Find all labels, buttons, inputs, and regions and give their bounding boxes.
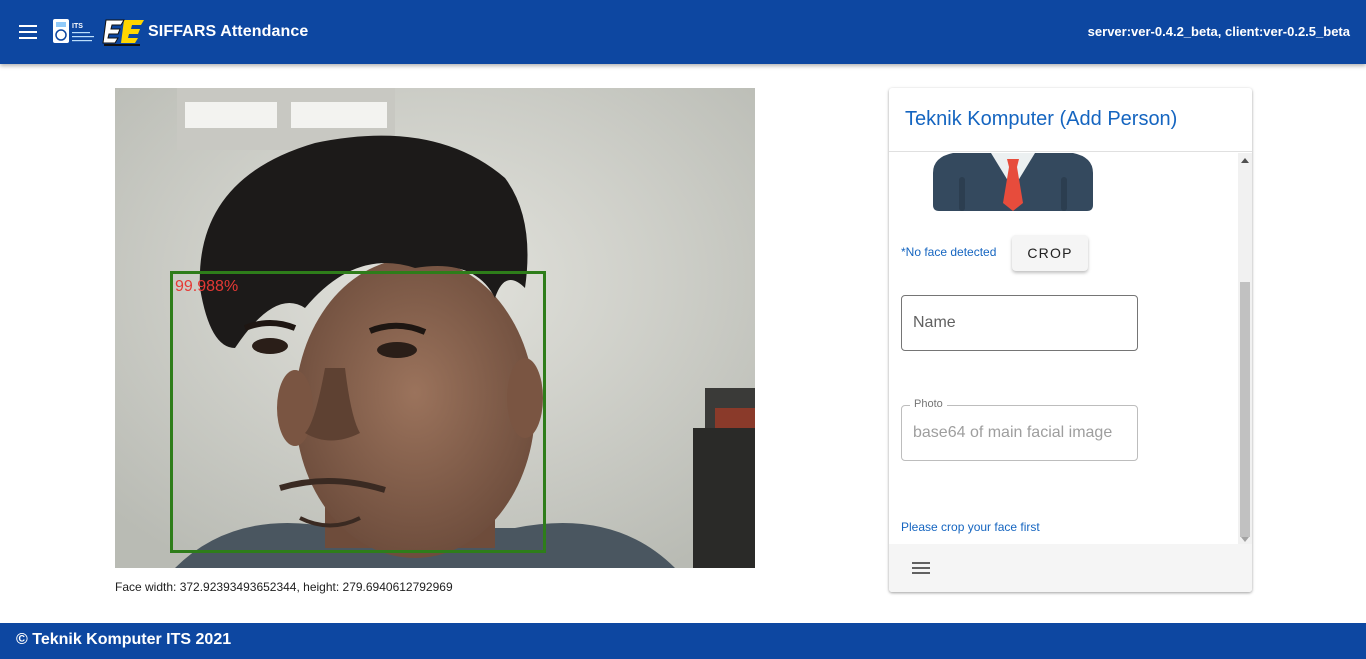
photo-field[interactable]: Photo base64 of main facial image — [901, 398, 1138, 461]
name-field[interactable]: Name — [901, 295, 1138, 351]
hamburger-menu-icon[interactable] — [909, 556, 933, 580]
camera-feed: 99.988% — [115, 88, 755, 568]
avatar-placeholder — [933, 153, 1093, 211]
app-title: SIFFARS Attendance — [148, 23, 309, 40]
page-footer: © Teknik Komputer ITS 2021 — [0, 623, 1366, 659]
name-placeholder: Name — [913, 314, 956, 331]
scroll-down-arrow-icon[interactable] — [1241, 537, 1249, 542]
photo-placeholder: base64 of main facial image — [913, 424, 1113, 441]
its-logo: ITS — [52, 16, 100, 48]
svg-text:ITS: ITS — [72, 23, 83, 30]
crop-button[interactable]: CROP — [1012, 235, 1088, 271]
face-detection-box — [170, 271, 546, 553]
add-person-card: Teknik Komputer (Add Person) *No face de… — [889, 88, 1252, 592]
ee-logo — [102, 16, 146, 48]
card-body[interactable]: *No face detected CROP Name Photo base64… — [889, 153, 1252, 544]
hamburger-menu-icon[interactable] — [8, 12, 48, 52]
scroll-up-arrow-icon[interactable] — [1241, 158, 1249, 163]
photo-label: Photo — [910, 398, 947, 410]
crop-hint-text: Please crop your face first — [901, 520, 1040, 534]
scroll-thumb[interactable] — [1240, 282, 1250, 537]
face-dimensions-text: Face width: 372.92393493652344, height: … — [115, 580, 453, 594]
version-text: server:ver-0.4.2_beta, client:ver-0.2.5_… — [1087, 24, 1350, 39]
card-footer — [889, 544, 1252, 592]
no-face-detected-text: *No face detected — [901, 245, 997, 259]
confidence-label: 99.988% — [175, 278, 239, 295]
card-title: Teknik Komputer (Add Person) — [889, 88, 1252, 152]
footer-text: © Teknik Komputer ITS 2021 — [16, 631, 232, 648]
app-bar: ITS SIFFARS Attendance server:ver-0.4.2_… — [0, 0, 1366, 64]
card-scrollbar[interactable] — [1238, 153, 1252, 544]
